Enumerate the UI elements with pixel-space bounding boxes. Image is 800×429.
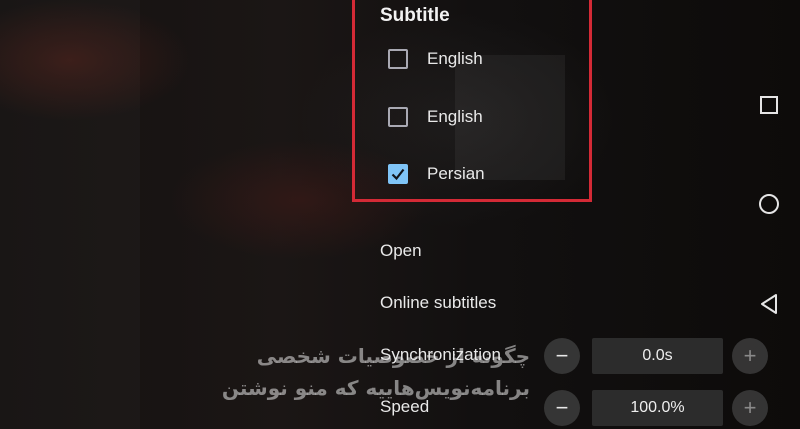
synchronization-row: Synchronization − 0.0s +: [380, 338, 770, 374]
synchronization-label: Synchronization: [380, 345, 501, 364]
speed-decrease-button[interactable]: −: [544, 390, 580, 426]
track-label: English: [427, 49, 483, 68]
checkbox-persian[interactable]: [388, 164, 408, 184]
subtitle-track-english-2[interactable]: English: [388, 103, 483, 131]
sync-decrease-button[interactable]: −: [544, 338, 580, 374]
sync-increase-button[interactable]: +: [732, 338, 768, 374]
checkbox-english-2[interactable]: [388, 107, 408, 127]
online-subtitles-button[interactable]: Online subtitles: [380, 293, 496, 313]
speed-row: Speed − 100.0% +: [380, 390, 770, 426]
triangle-back-icon[interactable]: [757, 292, 781, 316]
square-icon[interactable]: [757, 93, 781, 117]
speed-label: Speed: [380, 397, 430, 416]
speed-value-field[interactable]: 100.0%: [592, 390, 723, 426]
track-label: English: [427, 107, 483, 126]
subtitle-panel-title: Subtitle: [380, 5, 450, 26]
circle-icon[interactable]: [757, 192, 781, 216]
video-scene-detail: [0, 0, 140, 429]
speed-increase-button[interactable]: +: [732, 390, 768, 426]
track-label: Persian: [427, 164, 485, 183]
checkmark-icon: [391, 168, 405, 181]
subtitle-track-persian[interactable]: Persian: [388, 160, 485, 188]
subtitle-track-english-1[interactable]: English: [388, 45, 483, 73]
sync-value-field[interactable]: 0.0s: [592, 338, 723, 374]
open-subtitle-button[interactable]: Open: [380, 241, 422, 261]
checkbox-english-1[interactable]: [388, 49, 408, 69]
